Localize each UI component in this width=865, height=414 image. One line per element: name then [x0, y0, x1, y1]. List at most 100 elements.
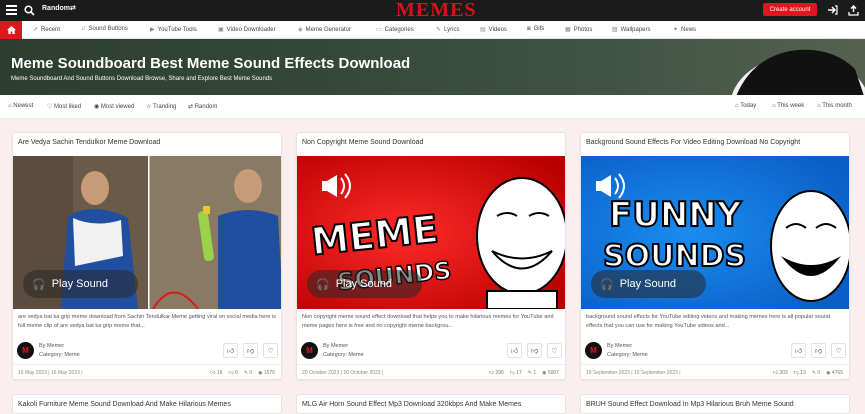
divider: [297, 364, 565, 365]
divider: [581, 364, 849, 365]
thumbnail-text: FUNNY: [609, 195, 742, 235]
nav-videos[interactable]: ▤ Videos: [480, 26, 507, 34]
avatar[interactable]: M: [301, 342, 318, 359]
likes-count: 👍︎ 290: [488, 370, 504, 376]
post-card[interactable]: Are Vedya Sachin Tendulkor Meme Download…: [12, 132, 282, 380]
post-date: 20 October 2023 | 20 October 2023 |: [302, 370, 384, 376]
nav-wallpapers[interactable]: ▧ Wallpapers: [612, 26, 650, 34]
filter-this-week[interactable]: ⌂ This week: [772, 103, 804, 109]
headphones-icon: 🎧: [32, 278, 46, 291]
post-category[interactable]: Category: Meme: [39, 352, 80, 358]
post-card[interactable]: MLG Air Horn Sound Effect Mp3 Download 3…: [296, 394, 566, 414]
post-title[interactable]: Non Copyright Meme Sound Download: [302, 139, 423, 146]
filter-random[interactable]: ⇄ Random: [188, 103, 217, 110]
site-logo[interactable]: MEMES: [396, 0, 477, 22]
menu-icon[interactable]: [4, 3, 18, 17]
likes-count: 👍︎ 16: [210, 370, 223, 376]
image-icon: ▦: [565, 27, 571, 33]
views-count: ◉ 4765: [826, 370, 843, 376]
thumbs-down-icon: 👎︎: [814, 348, 823, 355]
avatar[interactable]: M: [17, 342, 34, 359]
post-title[interactable]: MLG Air Horn Sound Effect Mp3 Download 3…: [302, 401, 521, 408]
post-category[interactable]: Category: Meme: [323, 352, 364, 358]
post-author[interactable]: By Memer: [39, 343, 64, 349]
dislike-button[interactable]: 👎︎: [811, 343, 826, 358]
like-button[interactable]: 👍︎: [223, 343, 238, 358]
post-category[interactable]: Category: Meme: [607, 352, 648, 358]
post-title[interactable]: Background Sound Effects For Video Editi…: [586, 139, 800, 146]
favorite-button[interactable]: ♡: [547, 343, 562, 358]
dislikes-count: 👎︎ 0: [228, 370, 238, 376]
sort-bar: ⌂ Newest ♡ Most liked ◉ Most viewed ☆ Tr…: [0, 95, 865, 119]
play-sound-button[interactable]: 🎧 Play Sound: [307, 270, 422, 298]
post-stats: 👍︎ 303 👎︎ 13 ✎ 0 ◉ 4765: [773, 370, 843, 376]
thumbs-down-icon: 👎︎: [530, 348, 539, 355]
folder-icon: ▭: [376, 27, 382, 33]
nav-recent[interactable]: ➚ Recent: [33, 26, 60, 34]
divider: [13, 364, 281, 365]
nav-video-downloader[interactable]: ▣ Video Downloader: [218, 26, 276, 34]
dislike-button[interactable]: 👎︎: [243, 343, 258, 358]
filter-trending[interactable]: ☆ Tranding: [146, 103, 176, 110]
headphones-icon: 🎧: [316, 278, 330, 291]
favorite-button[interactable]: ♡: [831, 343, 846, 358]
post-author[interactable]: By Memer: [607, 343, 632, 349]
page-title: Meme Soundboard Best Meme Sound Effects …: [11, 55, 411, 72]
play-sound-button[interactable]: 🎧 Play Sound: [23, 270, 138, 298]
upload-icon[interactable]: [846, 3, 860, 17]
shuffle-icon[interactable]: ⇄: [70, 4, 76, 12]
thumbnail-text: SOUNDS: [603, 239, 746, 274]
film-icon: ▤: [480, 27, 486, 33]
hero-illustration: [731, 49, 865, 95]
main-nav: ➚ Recent ♫ Sound Buttons ▶ YouTube Tools ▣ V…: [0, 21, 865, 39]
post-title[interactable]: Are Vedya Sachin Tendulkor Meme Download: [18, 139, 160, 146]
post-card[interactable]: Kakoli Furniture Meme Sound Download And…: [12, 394, 282, 414]
comments-count: ✎ 1: [527, 370, 537, 376]
login-icon[interactable]: [825, 3, 839, 17]
post-stats: 👍︎ 290 👎︎ 17 ✎ 1 ◉ 5007: [489, 370, 559, 376]
post-card[interactable]: Non Copyright Meme Sound Download MEME S…: [296, 132, 566, 380]
like-button[interactable]: 👍︎: [507, 343, 522, 358]
nav-photos[interactable]: ▦ Photos: [565, 26, 592, 34]
views-count: ◉ 1576: [258, 370, 275, 376]
nav-youtube-tools[interactable]: ▶ YouTube Tools: [150, 26, 197, 34]
filter-today[interactable]: ⌂ Today: [735, 103, 756, 109]
like-button[interactable]: 👍︎: [791, 343, 806, 358]
create-account-button[interactable]: Create account: [763, 3, 817, 16]
post-title[interactable]: Kakoli Furniture Meme Sound Download And…: [18, 401, 231, 408]
avatar[interactable]: M: [585, 342, 602, 359]
random-link[interactable]: Random: [42, 5, 70, 12]
youtube-icon: ▶: [150, 27, 155, 33]
post-card[interactable]: BRUH Sound Effect Download In Mp3 Hilari…: [580, 394, 850, 414]
dislikes-count: 👎︎ 13: [793, 370, 806, 376]
heart-icon: ♡: [835, 347, 842, 355]
favorite-button[interactable]: ♡: [263, 343, 278, 358]
filter-this-month[interactable]: ⌂ This month: [817, 103, 852, 109]
filter-most-liked[interactable]: ♡ Most liked: [47, 103, 81, 110]
dislike-button[interactable]: 👎︎: [527, 343, 542, 358]
post-description: Non copyright meme sound effect download…: [302, 314, 554, 329]
nav-lyrics[interactable]: ✎ Lyrics: [436, 26, 459, 34]
heart-icon: ♡: [551, 347, 558, 355]
play-sound-button[interactable]: 🎧 Play Sound: [591, 270, 706, 298]
video-icon: ▣: [218, 27, 224, 33]
post-card[interactable]: Background Sound Effects For Video Editi…: [580, 132, 850, 380]
search-icon[interactable]: [22, 3, 36, 17]
nav-meme-generator[interactable]: ◈ Meme Generator: [298, 26, 351, 34]
dislikes-count: 👎︎ 17: [509, 370, 522, 376]
wallpaper-icon: ▧: [612, 27, 618, 33]
post-author[interactable]: By Memer: [323, 343, 348, 349]
filter-newest[interactable]: ⌂ Newest: [8, 103, 33, 109]
nav-categories[interactable]: ▭ Categories: [376, 26, 414, 34]
music-icon: ♫: [81, 26, 86, 32]
post-description: are vedya bat ka grip meme download from…: [18, 314, 276, 329]
post-title[interactable]: BRUH Sound Effect Download In Mp3 Hilari…: [586, 401, 794, 408]
thumbs-down-icon: 👎︎: [246, 348, 255, 355]
post-stats: 👍︎ 16 👎︎ 0 ✎ 0 ◉ 1576: [210, 370, 275, 376]
home-icon[interactable]: [0, 21, 22, 39]
hero-banner: Meme Soundboard Best Meme Sound Effects …: [0, 39, 865, 95]
nav-news[interactable]: ✦ News: [673, 26, 696, 34]
nav-sound-buttons[interactable]: ♫ Sound Buttons: [81, 26, 128, 32]
nav-gifs[interactable]: ◙ Gifs: [527, 26, 544, 32]
filter-most-viewed[interactable]: ◉ Most viewed: [94, 103, 134, 110]
